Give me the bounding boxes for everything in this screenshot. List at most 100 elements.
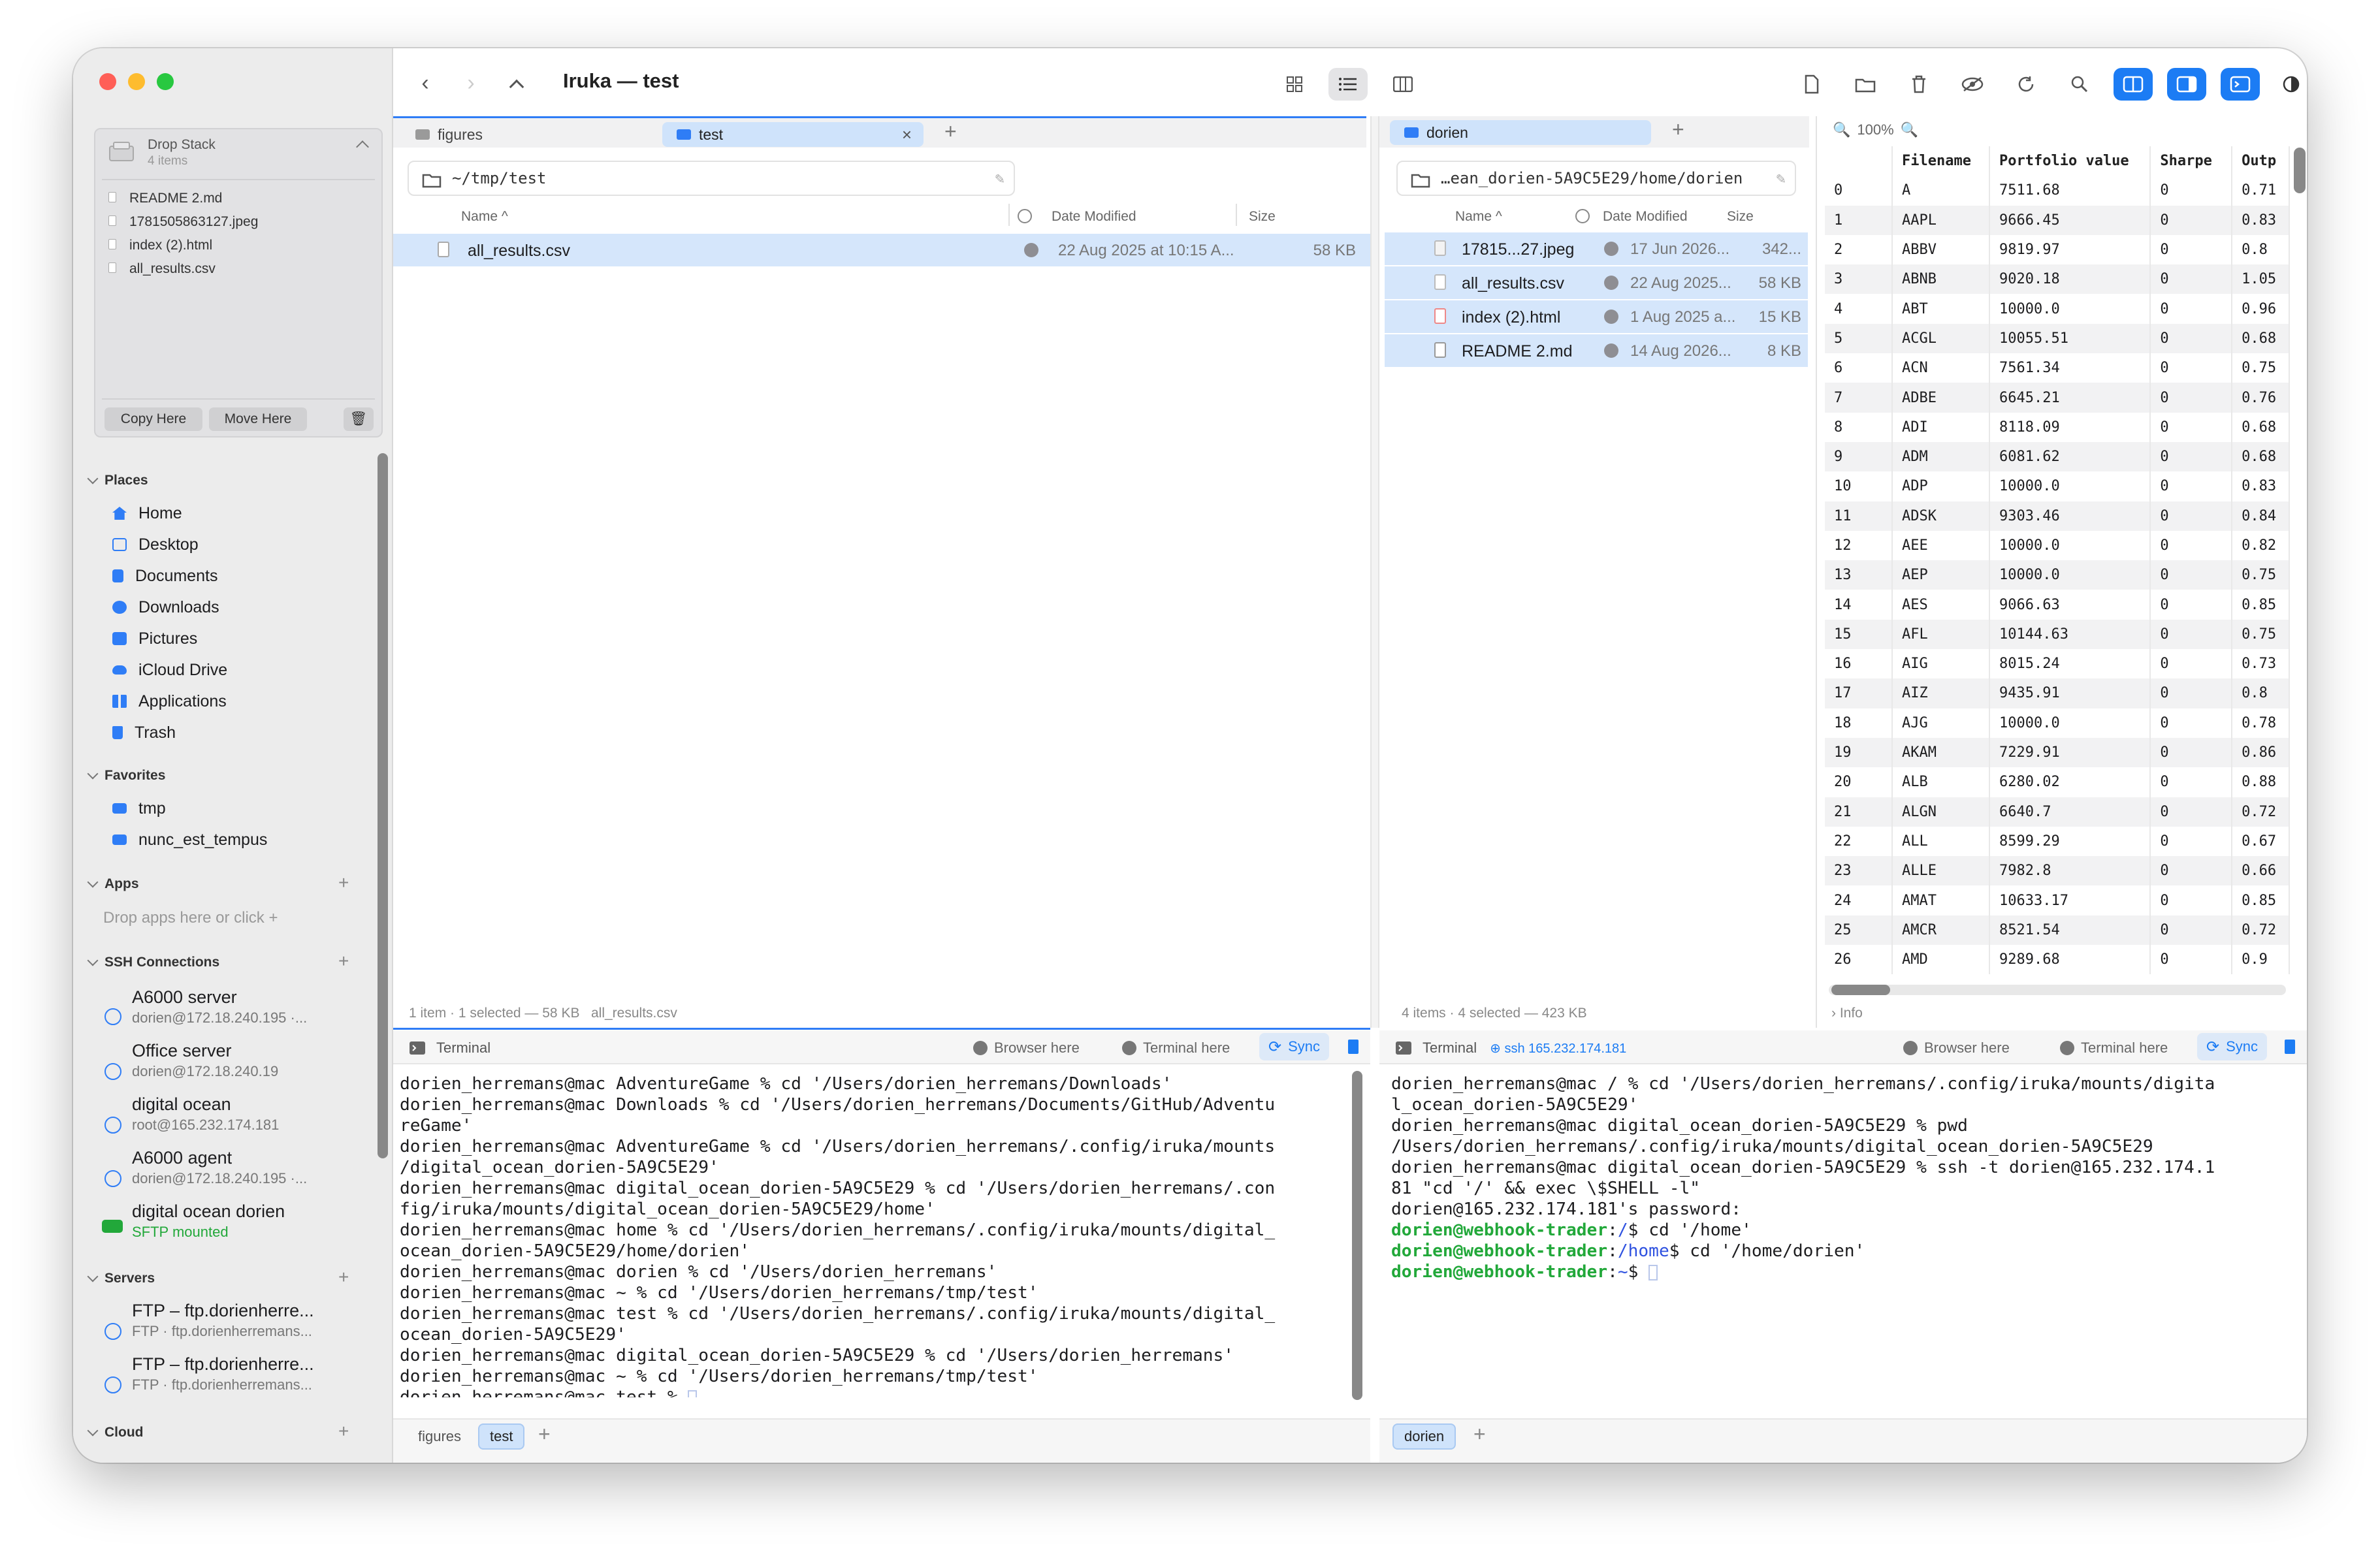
terminal-tab-dorien[interactable]: dorien	[1392, 1423, 1456, 1450]
pane-divider[interactable]	[1370, 116, 1379, 1028]
trash-icon[interactable]: 🗑	[344, 407, 374, 431]
drop-stack-file[interactable]: 1781505863127.jpeg	[129, 214, 258, 230]
preview-horizontal-scrollbar[interactable]	[1831, 985, 1890, 995]
move-here-button[interactable]: Move Here	[209, 407, 307, 431]
sync-button[interactable]: ⟳ Sync	[2197, 1033, 2268, 1060]
back-button[interactable]: ‹	[410, 67, 440, 99]
cloud-section-header[interactable]: Cloud	[87, 1425, 143, 1440]
table-row[interactable]: 0 A 7511.68 0 0.71	[1825, 176, 2290, 206]
ssh-item-name[interactable]: Office server	[132, 1041, 232, 1061]
table-row[interactable]: 20 ALB 6280.02 0 0.88	[1825, 767, 2290, 797]
table-row[interactable]: 4 ABT 10000.0 0 0.96	[1825, 294, 2290, 324]
terminal-tab-figures[interactable]: figures	[408, 1423, 472, 1450]
table-row[interactable]: 7 ADBE 6645.21 0 0.76	[1825, 383, 2290, 413]
refresh-button[interactable]	[2006, 68, 2046, 101]
table-row[interactable]: 23 ALLE 7982.8 0 0.66	[1825, 856, 2290, 886]
trash-icon[interactable]	[1348, 1040, 1359, 1054]
edit-path-icon[interactable]: ✎	[1777, 169, 1786, 187]
tab-test[interactable]: test ×	[662, 122, 924, 147]
column-view-button[interactable]	[1383, 68, 1423, 101]
close-tab-icon[interactable]: ×	[902, 125, 912, 145]
copy-here-button[interactable]: Copy Here	[105, 407, 202, 431]
table-row[interactable]: 22 ALL 8599.29 0 0.67	[1825, 826, 2290, 857]
sidebar-item-desktop[interactable]: Desktop	[112, 530, 199, 559]
terminal-toggle-button[interactable]	[2221, 68, 2260, 101]
table-row[interactable]: 5 ACGL 10055.51 0 0.68	[1825, 323, 2290, 354]
table-row[interactable]: 1 AAPL 9666.45 0 0.83	[1825, 205, 2290, 235]
preview-vertical-scrollbar[interactable]	[2294, 148, 2306, 193]
new-terminal-tab-button[interactable]: +	[538, 1422, 551, 1446]
sidebar-item-home[interactable]: Home	[112, 499, 182, 528]
column-header-size[interactable]: Size	[1249, 209, 1276, 225]
server-item-name[interactable]: FTP – ftp.dorienherre...	[132, 1301, 314, 1321]
path-bar-right[interactable]: …ean_dorien-5A9C5E29/home/dorien ✎	[1396, 161, 1796, 196]
ssh-item-name[interactable]: digital ocean	[132, 1094, 231, 1115]
sidebar-item-downloads[interactable]: Downloads	[112, 593, 219, 622]
sidebar-item-documents[interactable]: Documents	[112, 562, 217, 590]
terminal-here-button[interactable]: Terminal here	[2051, 1034, 2177, 1062]
table-row[interactable]: 10 ADP 10000.0 0 0.83	[1825, 471, 2290, 501]
new-tab-button[interactable]: +	[944, 119, 957, 144]
table-row[interactable]: 9 ADM 6081.62 0 0.68	[1825, 441, 2290, 472]
servers-section-header[interactable]: Servers	[87, 1271, 155, 1286]
table-row[interactable]: 12 AEE 10000.0 0 0.82	[1825, 530, 2290, 561]
preview-panel-button[interactable]	[2167, 68, 2206, 101]
sync-button[interactable]: ⟳ Sync	[1259, 1033, 1330, 1060]
terminal-output-left[interactable]: dorien_herremans@mac AdventureGame % cd …	[400, 1073, 1357, 1397]
apps-section-header[interactable]: Apps	[87, 876, 139, 892]
favorites-section-header[interactable]: Favorites	[87, 768, 165, 784]
ssh-item-name[interactable]: A6000 agent	[132, 1148, 232, 1168]
dual-pane-button[interactable]	[2114, 68, 2153, 101]
zoom-window-button[interactable]	[157, 73, 174, 90]
sidebar-item-trash[interactable]: Trash	[112, 718, 176, 747]
trash-icon[interactable]	[2285, 1040, 2295, 1054]
forward-button[interactable]: ›	[456, 67, 486, 99]
drop-stack-file[interactable]: all_results.csv	[129, 261, 216, 277]
terminal-scrollbar-left[interactable]	[1352, 1071, 1362, 1400]
table-row[interactable]: all_results.csv 22 Aug 2025... 58 KB	[1385, 266, 1808, 299]
table-row[interactable]: 25 AMCR 8521.54 0 0.72	[1825, 915, 2290, 946]
table-row[interactable]: 21 ALGN 6640.7 0 0.72	[1825, 797, 2290, 827]
table-row[interactable]: 11 ADSK 9303.46 0 0.84	[1825, 501, 2290, 531]
table-row[interactable]: 13 AEP 10000.0 0 0.75	[1825, 560, 2290, 590]
icon-view-button[interactable]	[1275, 68, 1314, 101]
minimize-window-button[interactable]	[128, 73, 145, 90]
table-row[interactable]: 24 AMAT 10633.17 0 0.85	[1825, 885, 2290, 915]
list-view-button[interactable]	[1328, 68, 1368, 101]
sidebar-item-tmp[interactable]: tmp	[112, 794, 166, 823]
new-terminal-tab-button[interactable]: +	[1473, 1422, 1486, 1446]
terminal-output-right[interactable]: dorien_herremans@mac / % cd '/Users/dori…	[1391, 1073, 2295, 1397]
table-row[interactable]: 17 AIZ 9435.91 0 0.8	[1825, 678, 2290, 708]
appearance-button[interactable]	[2272, 68, 2307, 101]
csv-preview-table[interactable]: Filename Portfolio value Sharpe Outp 0A7…	[1825, 146, 2290, 992]
terminal-here-button[interactable]: Terminal here	[1113, 1034, 1239, 1062]
table-row[interactable]: 19 AKAM 7229.91 0 0.86	[1825, 737, 2290, 768]
edit-path-icon[interactable]: ✎	[995, 169, 1005, 187]
search-button[interactable]	[2060, 68, 2099, 101]
table-row[interactable]: 16 AIG 8015.24 0 0.73	[1825, 649, 2290, 679]
table-row[interactable]: all_results.csv 22 Aug 2025 at 10:15 A..…	[393, 234, 1370, 266]
places-section-header[interactable]: Places	[87, 473, 148, 488]
table-row[interactable]: README 2.md 14 Aug 2026... 8 KB	[1385, 334, 1808, 367]
sidebar-item-nunc-est-tempus[interactable]: nunc_est_tempus	[112, 825, 267, 854]
browser-here-button[interactable]: Browser here	[964, 1034, 1089, 1062]
zoom-in-icon[interactable]: 🔍	[1901, 121, 1918, 138]
column-header-name[interactable]: Name ^	[461, 209, 508, 225]
table-row[interactable]: 2 ABBV 9819.97 0 0.8	[1825, 234, 2290, 265]
new-folder-button[interactable]	[1846, 68, 1885, 101]
tab-figures[interactable]: figures	[401, 122, 662, 147]
toggle-hidden-button[interactable]	[1953, 68, 1992, 101]
server-item-name[interactable]: FTP – ftp.dorienherre...	[132, 1354, 314, 1375]
add-cloud-button[interactable]: +	[338, 1422, 349, 1440]
sidebar-scrollbar[interactable]	[378, 453, 388, 1158]
table-row[interactable]: 6 ACN 7561.34 0 0.75	[1825, 353, 2290, 383]
sidebar-item-pictures[interactable]: Pictures	[112, 624, 197, 653]
chevron-up-icon[interactable]	[356, 140, 369, 153]
add-ssh-button[interactable]: +	[338, 952, 349, 970]
zoom-control[interactable]: 🔍 100% 🔍	[1833, 121, 1918, 138]
info-toggle[interactable]: › Info	[1831, 1006, 1863, 1021]
delete-button[interactable]	[1899, 68, 1938, 101]
table-row[interactable]: 18 AJG 10000.0 0 0.78	[1825, 708, 2290, 738]
column-header-name[interactable]: Name ^	[1455, 209, 1502, 225]
column-header-size[interactable]: Size	[1727, 209, 1754, 225]
